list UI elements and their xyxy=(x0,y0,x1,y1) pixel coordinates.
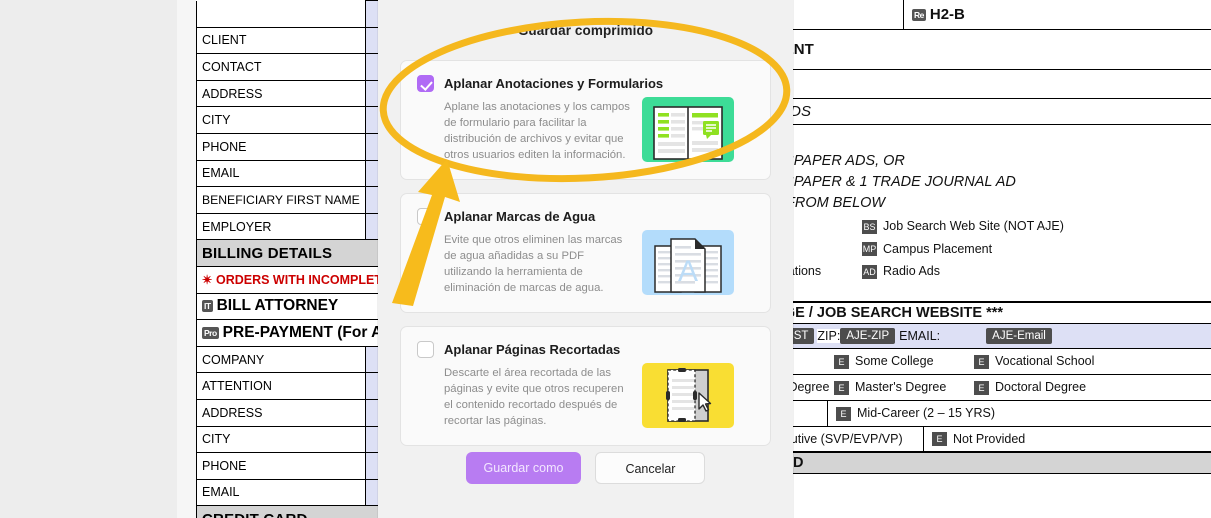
flatten-watermarks-title: Aplanar Marcas de Agua xyxy=(444,209,596,224)
flatten-cropped-pages-thumbnail xyxy=(642,363,734,428)
row-label: BENEFICIARY FIRST NAME xyxy=(196,186,366,214)
exp-mid-career: Mid-Career (2 – 15 YRS) xyxy=(857,406,996,421)
row-label: EMPLOYER xyxy=(196,212,366,241)
aje-zip-label: ZIP: xyxy=(817,329,841,343)
row-label: PHONE xyxy=(196,132,366,161)
row-label: EMAIL xyxy=(196,478,366,507)
option-icon: MP xyxy=(862,242,877,257)
visa-tab-icon: Re xyxy=(912,9,926,22)
flatten-annotations-checkbox[interactable] xyxy=(417,75,434,92)
screenshot-root: CLIENT CONTACT ADDRESS CITY PHONE CLIENT… xyxy=(0,0,1211,518)
warning-star-icon: ✴ xyxy=(202,273,213,288)
flatten-watermarks-checkbox[interactable] xyxy=(417,208,434,225)
edu-doctoral-degree: Doctoral Degree xyxy=(995,380,1087,395)
flatten-cropped-pages-checkbox[interactable] xyxy=(417,341,434,358)
flatten-annotations-title: Aplanar Anotaciones y Formularios xyxy=(444,76,664,91)
option-icon: AD xyxy=(862,265,877,280)
edu-checkbox-icon[interactable]: E xyxy=(974,354,989,369)
edu-some-college: Some College xyxy=(855,354,934,369)
option-card-flatten-annotations[interactable]: Aplanar Anotaciones y Formularios Aplane… xyxy=(400,60,771,180)
row-label: CONTACT xyxy=(196,53,366,81)
row-label: ADDRESS xyxy=(196,79,366,108)
edu-checkbox-icon[interactable]: E xyxy=(974,380,989,395)
prepayment-icon: Pro xyxy=(202,326,219,339)
edu-vocational-school: Vocational School xyxy=(995,354,1095,369)
row-label: CITY xyxy=(196,425,366,454)
exp-checkbox-icon[interactable]: E xyxy=(836,406,851,421)
cancel-button[interactable]: Cancelar xyxy=(595,452,706,484)
edu-checkbox-icon[interactable]: E xyxy=(834,354,849,369)
save-as-button[interactable]: Guardar como xyxy=(465,452,582,484)
row-label: COMPANY xyxy=(196,345,366,374)
flatten-annotations-thumbnail xyxy=(642,97,734,162)
options-list: Aplanar Anotaciones y Formularios Aplane… xyxy=(378,60,793,446)
row-label: EMAIL xyxy=(196,159,366,188)
option-icon: BS xyxy=(862,219,877,234)
dialog-title: Guardar comprimido xyxy=(517,23,654,38)
option-job-search-website[interactable]: BS Job Search Web Site (NOT AJE) xyxy=(862,219,1211,234)
visa-tab-h2b: H2-B xyxy=(929,6,965,23)
row-label: CLIENT xyxy=(196,26,366,55)
option-card-flatten-watermarks[interactable]: Aplanar Marcas de Agua Evite que otros e… xyxy=(400,193,771,313)
page-margin xyxy=(177,0,196,518)
workspace-background xyxy=(0,0,177,518)
edu-checkbox-icon[interactable]: E xyxy=(834,380,849,395)
aje-zip-tooltip: AJE-ZIP xyxy=(840,328,896,344)
row-label: ADDRESS xyxy=(196,398,366,427)
bill-attorney-label: BILL ATTORNEY xyxy=(216,297,339,315)
aje-email-tooltip: AJE-Email xyxy=(986,328,1052,344)
flatten-watermarks-description: Evite que otros eliminen las marcas de a… xyxy=(444,234,623,294)
flatten-cropped-pages-title: Aplanar Páginas Recortadas xyxy=(444,342,621,357)
svg-text:A: A xyxy=(678,255,698,288)
flatten-cropped-pages-description: Descarte el área recortada de las página… xyxy=(444,367,624,427)
row-label: PHONE xyxy=(196,452,366,480)
edu-masters-degree: Master's Degree xyxy=(855,380,947,395)
flatten-annotations-description: Aplane las anotaciones y los campos de f… xyxy=(444,101,630,161)
dialog-buttons: Guardar como Cancelar xyxy=(378,452,793,484)
row-label: ATTENTION xyxy=(196,372,366,400)
bill-attorney-icon: IT xyxy=(202,300,213,313)
row-label: CITY xyxy=(196,106,366,134)
save-compressed-dialog: Guardar comprimido Aplanar Anotaciones y… xyxy=(378,0,793,518)
option-radio-ads[interactable]: AD Radio Ads xyxy=(862,264,1211,280)
option-campus-placement[interactable]: MP Campus Placement xyxy=(862,242,1211,257)
exp-not-provided: Not Provided xyxy=(953,431,1026,446)
option-card-flatten-cropped-pages[interactable]: Aplanar Páginas Recortadas Descarte el á… xyxy=(400,326,771,446)
exp-checkbox-icon[interactable]: E xyxy=(932,432,947,447)
aje-email-label: EMAIL: xyxy=(899,329,941,343)
flatten-watermarks-thumbnail: A xyxy=(642,230,734,295)
